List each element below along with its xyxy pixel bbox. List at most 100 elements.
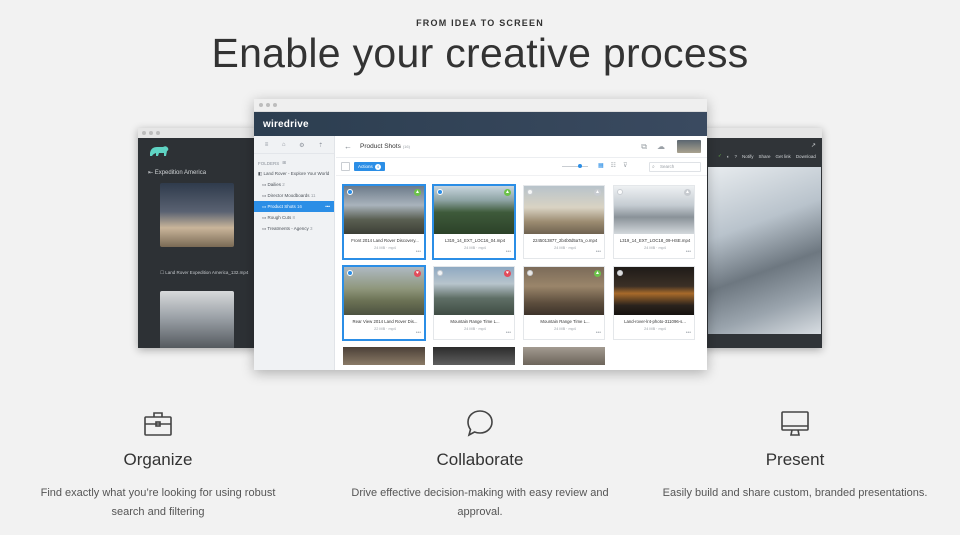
approval-icon[interactable]: ▲ [594,189,601,196]
media-thumbnail[interactable] [614,267,694,315]
select-checkbox[interactable] [617,189,623,195]
media-thumbnail[interactable] [160,183,234,247]
media-meta: 24 MB · mp4 [644,327,666,331]
media-card[interactable]: ▲ 2245013877_2b4b0d5a7a_o.mp4 24 MB · mp4 •… [523,185,605,259]
approval-icon[interactable]: ▲ [594,270,601,277]
more-options-icon[interactable]: ••• [506,330,511,336]
thumbnail-size-slider[interactable] [562,164,588,168]
select-checkbox[interactable] [527,270,533,276]
feature-description: Easily build and share custom, branded p… [645,484,945,503]
media-card[interactable]: Land-rover-lr4-photo-311096-s... 24 MB · … [613,266,695,340]
get-link-button[interactable]: Get link [776,154,791,159]
sidebar-item-label: Director Moodboards [267,193,310,198]
thumbs-icon[interactable]: ◐ [727,154,730,159]
filter-icon[interactable]: ⊽ [623,162,627,169]
approve-icon[interactable]: ✓ [718,153,722,159]
media-card[interactable]: ♥ Mountain Range Time L... 24 MB · mp4 ••• [433,266,515,340]
sidebar-item-folder[interactable]: ▭ Dailies 2 [254,179,334,190]
media-card[interactable]: ♥ Rear View 2014 Land Rover Dis... 22 MB ·… [343,266,425,340]
media-meta: 24 MB · mp4 [644,246,666,250]
media-thumbnail[interactable] [523,347,605,365]
feature-description-line: approval. [457,506,503,518]
download-button[interactable]: Download [796,154,816,159]
cloud-upload-icon[interactable]: ☁ [657,142,665,152]
select-checkbox[interactable] [347,189,353,195]
feature-title: Present [765,450,825,469]
actions-button[interactable]: Actions 4 [354,162,385,171]
media-filename: 2245013877_2b4b0d5a7a_o.mp4 [532,238,598,243]
select-checkbox[interactable] [617,270,623,276]
info-icon[interactable]: ? [735,154,738,159]
page-headline: Enable your creative process [211,30,749,76]
media-thumbnail[interactable] [524,186,604,234]
list-icon[interactable]: ≡ [265,142,269,148]
approval-icon[interactable]: ▲ [414,189,421,196]
media-thumbnail[interactable] [524,267,604,315]
media-thumbnail[interactable] [160,291,234,348]
list-view-icon[interactable]: ☷ [611,162,616,169]
search-input[interactable]: ⌕ Search [649,162,701,172]
sidebar-item-folder[interactable]: ▭ Rough Cuts 8 [254,212,334,223]
search-icon: ⌕ [652,164,655,170]
approval-icon[interactable]: ▲ [504,189,511,196]
sidebar-item-folder[interactable]: ▭ Treatments - Agency 3 [254,223,334,234]
window-dot-icon [273,103,277,107]
sidebar-item-folder[interactable]: ◧ Land Rover - Explore Your World [254,168,334,179]
select-checkbox[interactable] [527,189,533,195]
share-icon[interactable]: ⧉ [641,142,647,152]
favorite-heart-icon[interactable]: ♥ [504,270,511,277]
more-options-icon[interactable]: ••• [416,249,421,255]
grid-view-icon[interactable]: ▦ [598,162,604,169]
media-card[interactable]: ▲ Front 2014 Land Rover Discovery... 24 MB… [343,185,425,259]
more-options-icon[interactable]: ••• [686,330,691,336]
home-icon[interactable]: ⌂ [282,142,286,148]
select-checkbox[interactable] [437,189,443,195]
window-dot-icon [142,131,146,135]
more-options-icon[interactable]: ••• [686,249,691,255]
media-thumbnail[interactable] [433,347,515,365]
media-card[interactable]: ▲ L319_14_EXT_LOC18_09-HSE.mp4 24 MB · mp4… [613,185,695,259]
upload-icon[interactable]: ⇡ [318,142,323,149]
brand-logo[interactable]: wiredrive [263,119,309,130]
folder-count: (16) [402,144,410,149]
media-thumbnail[interactable] [614,186,694,234]
folders-label: FOLDERS [258,160,280,166]
select-checkbox[interactable] [437,270,443,276]
sidebar-item-folder[interactable]: ▭ Director Moodboards 11 [254,190,334,201]
more-options-icon[interactable]: ••• [596,249,601,255]
media-thumbnail[interactable] [434,186,514,234]
sidebar-toolbar: ≡ ⌂ ⚙ ⇡ [254,136,334,154]
media-thumbnail[interactable] [344,267,424,315]
select-checkbox[interactable] [347,270,353,276]
media-caption-text: Land Rover Expedition America_132.mp4 [165,270,249,275]
media-card[interactable]: ▲ Mountain Range Time L... 24 MB · mp4 ••• [523,266,605,340]
media-filename: Mountain Range Time L... [450,319,500,324]
more-options-icon[interactable]: ••• [596,330,601,336]
sidebar-item-folder[interactable]: ▭ Product Shots 16 ••• [254,201,334,212]
media-card[interactable]: ▲ L319_14_EXT_LOC16_04.mp4 24 MB · mp4 ••• [433,185,515,259]
favorite-heart-icon[interactable]: ♥ [414,270,421,277]
folders-header: FOLDERS ⊞ [254,154,334,168]
more-options-icon[interactable]: ••• [416,330,421,336]
media-thumbnail[interactable] [344,186,424,234]
feature-present: Present Easily build and share custom, b… [645,406,945,503]
gear-icon[interactable]: ⚙ [299,142,304,149]
media-thumbnail[interactable] [343,347,425,365]
window-chrome [702,128,822,138]
feature-description-line: Find exactly what you’re looking for usi… [40,487,276,499]
sidebar-item-label: Dailies [267,182,282,187]
back-arrow-icon[interactable]: ← [344,142,352,151]
select-all-checkbox[interactable] [341,162,350,171]
eyebrow-label: FROM IDEA TO SCREEN [416,18,544,28]
notify-button[interactable]: Notify [742,154,754,159]
avatar[interactable] [677,140,701,153]
back-link[interactable]: ⇤ Expedition America [148,169,206,176]
folder-sidebar: ≡ ⌂ ⚙ ⇡ FOLDERS ⊞ ◧ Land Rover - Explore… [254,136,335,370]
media-thumbnail[interactable] [434,267,514,315]
more-options-icon[interactable]: ••• [325,201,330,212]
folder-add-icon[interactable]: ⊞ [282,160,286,166]
external-link-icon[interactable]: ↗ [811,142,816,149]
more-options-icon[interactable]: ••• [506,249,511,255]
share-button[interactable]: Share [759,154,771,159]
approval-icon[interactable]: ▲ [684,189,691,196]
